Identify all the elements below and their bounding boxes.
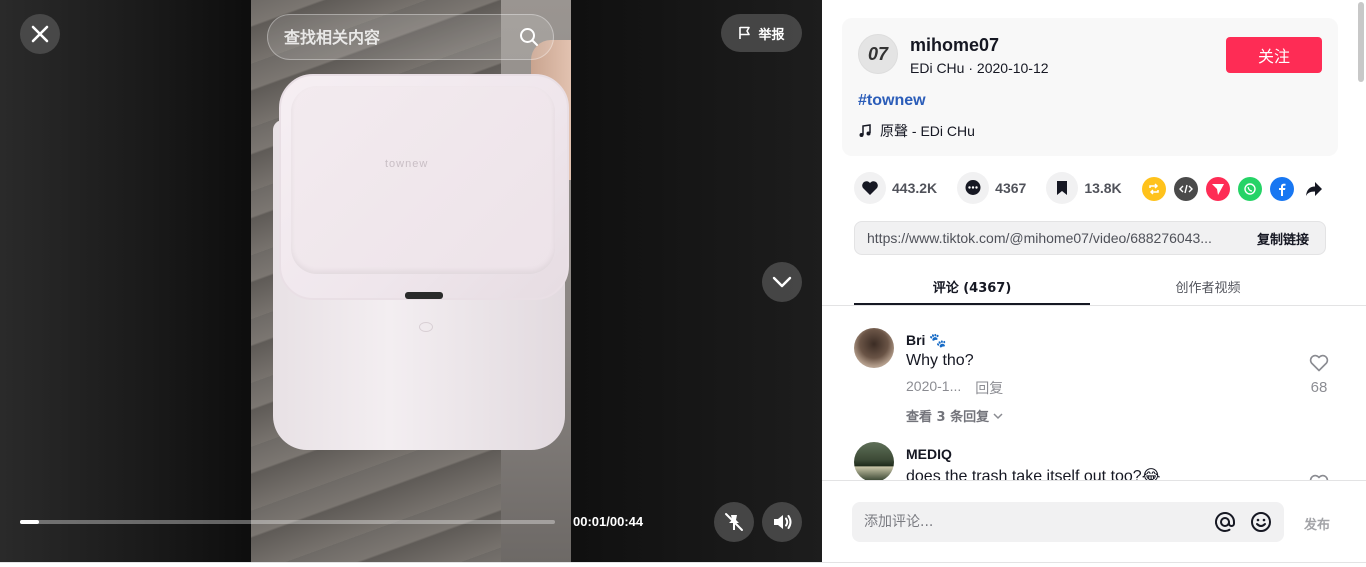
pin-off-icon xyxy=(725,513,743,531)
like-count: 443.2K xyxy=(892,180,938,196)
tab-comments[interactable]: 评论 (4367) xyxy=(854,268,1090,305)
comment-count: 4367 xyxy=(995,180,1027,196)
save-button[interactable] xyxy=(1046,172,1079,204)
report-label: 举报 xyxy=(758,27,785,43)
view-replies-label: 查看 3 条回复 xyxy=(906,410,990,425)
video-link-bar: https://www.tiktok.com/@mihome07/video/6… xyxy=(854,221,1326,255)
panel-tabs: 评论 (4367) 创作者视频 xyxy=(854,268,1326,305)
report-button[interactable]: 举报 xyxy=(721,14,802,52)
emoji-icon xyxy=(1251,512,1271,532)
search-button[interactable] xyxy=(517,25,541,49)
view-replies-button[interactable]: 查看 3 条回复 xyxy=(906,406,1003,425)
share-more-icon[interactable] xyxy=(1302,177,1326,201)
post-date: 2020-10-12 xyxy=(976,60,1049,76)
heart-icon xyxy=(862,181,878,195)
video-info-card: 07 mihome07 EDi CHu · 2020-10-12 关注 #tow… xyxy=(842,18,1338,156)
save-stat[interactable]: 13.8K xyxy=(1046,172,1122,204)
comment-button[interactable] xyxy=(957,172,990,204)
commenter-name[interactable]: MEDIQ xyxy=(906,446,952,462)
volume-icon xyxy=(774,515,792,529)
facebook-icon[interactable] xyxy=(1270,177,1294,201)
tiktok-video-page: townew 举报 00:01/00:44 xyxy=(0,0,1366,567)
comment-icon xyxy=(965,180,981,195)
panel-scrollbar[interactable] xyxy=(1358,2,1364,82)
mention-button[interactable] xyxy=(1214,511,1236,533)
comment-composer: 发布 xyxy=(822,480,1366,562)
video-progress-fill xyxy=(20,520,39,524)
engagement-stats: 443.2K 4367 13.8K xyxy=(854,170,1142,206)
search-icon xyxy=(520,28,538,46)
comment-text: Why tho? xyxy=(906,352,974,369)
comment-list: Bri 🐾 Why tho? 2020-1... 回复 68 查看 3 条回复 … xyxy=(822,306,1366,480)
music-link[interactable]: 原聲 - EDi CHu xyxy=(858,121,975,141)
search-input[interactable] xyxy=(284,27,517,47)
follow-button[interactable]: 关注 xyxy=(1226,37,1322,73)
author-nickname: EDi CHu xyxy=(910,60,965,76)
floating-player-button[interactable] xyxy=(714,502,754,542)
post-comment-button[interactable]: 发布 xyxy=(1304,514,1330,533)
close-icon xyxy=(31,25,49,43)
comment-input-wrap[interactable] xyxy=(852,502,1284,542)
video-frame[interactable]: townew xyxy=(251,0,571,562)
bookmark-icon xyxy=(1057,181,1068,195)
comment-input[interactable] xyxy=(864,514,1214,530)
video-player[interactable]: townew 举报 00:01/00:44 xyxy=(0,0,822,562)
author-subline: EDi CHu · 2020-10-12 xyxy=(910,60,1049,76)
hashtag-link[interactable]: #townew xyxy=(858,92,926,110)
tab-creator-videos[interactable]: 创作者视频 xyxy=(1090,268,1326,305)
comment-stat[interactable]: 4367 xyxy=(957,172,1026,204)
chevron-down-icon xyxy=(993,412,1003,419)
emoji-button[interactable] xyxy=(1250,511,1272,533)
at-icon xyxy=(1215,512,1235,532)
search-bar[interactable] xyxy=(267,14,554,60)
music-note-icon xyxy=(859,124,871,137)
repost-icon[interactable] xyxy=(1142,177,1166,201)
author-avatar-text: 07 xyxy=(867,43,889,64)
whatsapp-icon[interactable] xyxy=(1238,177,1262,201)
comment-text: does the trash take itself out too?😂 xyxy=(906,468,1161,480)
video-time: 00:01/00:44 xyxy=(573,514,644,529)
copy-link-button[interactable]: 复制链接 xyxy=(1245,229,1325,248)
comment-like-count: 68 xyxy=(1310,379,1328,396)
bin-brand-text: townew xyxy=(385,158,429,170)
music-title: 原聲 - EDi CHu xyxy=(880,123,975,139)
heart-outline-icon xyxy=(1309,354,1329,372)
chevron-down-icon xyxy=(772,276,792,288)
details-panel: 07 mihome07 EDi CHu · 2020-10-12 关注 #tow… xyxy=(822,0,1366,567)
save-count: 13.8K xyxy=(1084,180,1122,196)
comment-date: 2020-1... xyxy=(906,378,962,394)
close-button[interactable] xyxy=(20,14,60,54)
volume-button[interactable] xyxy=(762,502,802,542)
next-video-button[interactable] xyxy=(762,262,802,302)
like-button[interactable] xyxy=(854,172,886,204)
author-avatar[interactable]: 07 xyxy=(858,34,898,74)
comment-meta: 2020-1... 回复 xyxy=(906,378,1003,398)
like-stat[interactable]: 443.2K xyxy=(854,172,937,204)
embed-icon[interactable] xyxy=(1174,177,1198,201)
share-icons xyxy=(1142,177,1326,201)
commenter-avatar[interactable] xyxy=(854,328,894,368)
commenter-avatar[interactable] xyxy=(854,442,894,480)
video-url[interactable]: https://www.tiktok.com/@mihome07/video/6… xyxy=(855,230,1245,246)
commenter-name[interactable]: Bri 🐾 xyxy=(906,332,947,349)
comment-like[interactable]: 68 xyxy=(1304,354,1334,396)
video-progress-bar[interactable] xyxy=(20,520,555,524)
author-username[interactable]: mihome07 xyxy=(910,35,999,56)
reply-button[interactable]: 回复 xyxy=(975,378,1003,398)
flag-icon xyxy=(739,26,751,39)
send-icon[interactable] xyxy=(1206,177,1230,201)
